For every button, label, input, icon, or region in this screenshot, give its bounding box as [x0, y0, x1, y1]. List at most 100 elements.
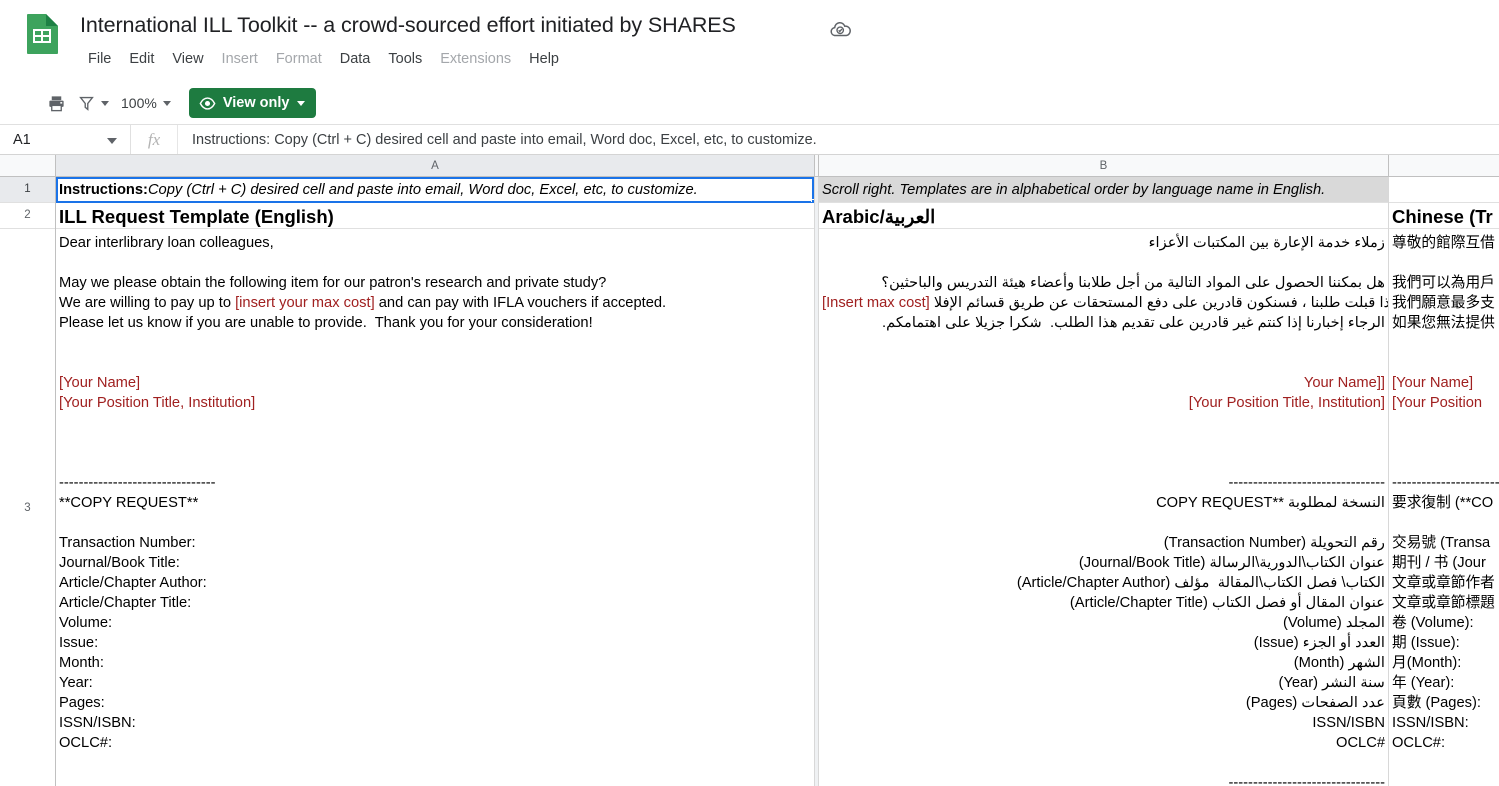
menu-extensions[interactable]: Extensions — [431, 47, 520, 71]
a3-divider-copy: -------------------------------- — [59, 475, 216, 491]
a3-copy-field: Volume: — [59, 615, 113, 631]
c3-copy-field: 月(Month): — [1392, 655, 1462, 671]
c3-sig-name: [Your Name] — [1392, 375, 1474, 391]
cell-a1-rest: Copy (Ctrl + C) desired cell and paste i… — [147, 181, 698, 198]
c3-copy-field: 期 (Issue): — [1392, 635, 1460, 651]
cell-b3[interactable]: زملاء خدمة الإعارة بين المكتبات الأعزاء … — [819, 229, 1388, 786]
column-header-b[interactable]: B — [819, 155, 1389, 176]
cell-c2-text: Chinese (Tr — [1392, 206, 1493, 227]
b3-greeting: زملاء خدمة الإعارة بين المكتبات الأعزاء — [1148, 235, 1385, 251]
cell-c2[interactable]: Chinese (Tr — [1389, 203, 1499, 229]
cell-b1[interactable]: Scroll right. Templates are in alphabeti… — [819, 177, 1388, 203]
c3-copy-field: 年 (Year): — [1392, 675, 1455, 691]
menu-help[interactable]: Help — [520, 47, 568, 71]
cell-a2[interactable]: ILL Request Template (English) — [56, 203, 814, 229]
c3-copy-field: 交易號 (Transa — [1392, 535, 1491, 551]
cell-a2-text: ILL Request Template (English) — [59, 206, 334, 227]
c3-para-line1: 我們可以為用戶 — [1392, 275, 1495, 291]
column-header-a[interactable]: A — [56, 155, 815, 176]
a3-line2-pre: We are willing to pay up to — [59, 295, 236, 311]
spreadsheet-grid: A B 1 2 3 Instructions: Copy (Ctrl + C) … — [0, 155, 1499, 786]
a3-greeting: Dear interlibrary loan colleagues, — [59, 235, 274, 251]
c3-copy-field: OCLC#: — [1392, 735, 1446, 751]
cell-a1[interactable]: Instructions: Copy (Ctrl + C) desired ce… — [56, 177, 814, 203]
a3-line2-placeholder: [insert your max cost] — [235, 295, 375, 311]
filter-button[interactable] — [71, 88, 109, 118]
b3-sig-title: [Your Position Title, Institution] — [1188, 395, 1385, 411]
b3-divider-loan: -------------------------------- — [1228, 775, 1385, 786]
zoom-value[interactable]: 100% — [109, 93, 163, 113]
printer-icon[interactable] — [41, 88, 71, 118]
cloud-saved-icon[interactable] — [828, 17, 852, 41]
cell-a3[interactable]: Dear interlibrary loan colleagues, May w… — [56, 229, 814, 786]
a3-copy-field: Pages: — [59, 695, 105, 711]
cell-c3[interactable]: 尊敬的館際互借 我們可以為用戶 我們願意最多支 如果您無法提供 [Your Na… — [1389, 229, 1499, 786]
menu-bar: File Edit View Insert Format Data Tools … — [80, 47, 736, 71]
b3-copy-field: رقم التحويلة (Transaction Number) — [1163, 535, 1385, 551]
b3-para-line1: هل بمكننا الحصول على المواد التالية من أ… — [881, 275, 1385, 291]
a3-copy-field: Year: — [59, 675, 93, 691]
menu-format[interactable]: Format — [267, 47, 331, 71]
menu-view[interactable]: View — [163, 47, 212, 71]
menu-data[interactable]: Data — [331, 47, 380, 71]
b3-line2-rest: إذا قبلت طلبنا ، فسنكون قادرين على دفع ا… — [929, 295, 1388, 311]
toolbar: 100% View only — [0, 82, 1499, 124]
view-only-caret-icon[interactable] — [297, 100, 306, 106]
b3-divider-copy: -------------------------------- — [1228, 475, 1385, 491]
name-box-value: A1 — [13, 131, 31, 148]
b3-copy-field: عدد الصفحات (Pages) — [1245, 695, 1385, 711]
select-all-corner[interactable] — [0, 155, 56, 176]
a3-copy-field: ISSN/ISBN: — [59, 715, 136, 731]
formula-bar: A1 fx Instructions: Copy (Ctrl + C) desi… — [0, 124, 1499, 155]
menu-tools[interactable]: Tools — [379, 47, 431, 71]
eye-icon — [199, 96, 216, 110]
filter-funnel-icon[interactable] — [71, 88, 101, 118]
b3-copy-field: عنوان الكتاب\الدورية\الرسالة (Journal/Bo… — [1078, 555, 1385, 571]
row-headers: 1 2 3 — [0, 177, 56, 786]
b3-line2-placeholder: [Insert max cost] — [822, 295, 930, 311]
name-box-caret-icon[interactable] — [107, 138, 117, 144]
a3-line2-post: and can pay with IFLA vouchers if accept… — [374, 295, 667, 311]
b3-copy-field: ISSN/ISBN — [1312, 715, 1385, 731]
c3-copy-field: 頁數 (Pages): — [1392, 695, 1481, 711]
google-sheets-logo[interactable] — [22, 14, 62, 54]
cell-b2[interactable]: Arabic/العربية — [819, 203, 1388, 229]
c3-copy-field: ISSN/ISBN: — [1392, 715, 1469, 731]
view-only-label: View only — [222, 95, 290, 111]
c3-copy-field: 期刊 / 书 (Jour — [1392, 555, 1486, 571]
a3-copy-field: OCLC#: — [59, 735, 113, 751]
c3-copy-field: 文章或章節標題 — [1392, 595, 1495, 611]
menu-edit[interactable]: Edit — [120, 47, 163, 71]
zoom-control[interactable]: 100% — [109, 93, 171, 113]
column-headers: A B — [0, 155, 1499, 177]
b3-copy-field: المجلد (Volume) — [1283, 615, 1385, 631]
view-only-button[interactable]: View only — [188, 88, 317, 118]
name-box[interactable]: A1 — [0, 125, 131, 154]
cell-c1[interactable] — [1389, 177, 1499, 203]
a3-copy-field: Transaction Number: — [59, 535, 196, 551]
zoom-dropdown-caret-icon[interactable] — [162, 100, 171, 106]
b3-para-line2: [Insert max cost] إذا قبلت طلبنا ، فسنكو… — [822, 293, 1388, 313]
formula-input[interactable]: Instructions: Copy (Ctrl + C) desired ce… — [178, 125, 1499, 154]
b3-copy-field: OCLC# — [1336, 735, 1385, 751]
filter-dropdown-caret-icon[interactable] — [101, 100, 109, 106]
column-b: Scroll right. Templates are in alphabeti… — [819, 177, 1389, 786]
document-title[interactable]: International ILL Toolkit -- a crowd-sou… — [80, 10, 736, 40]
column-header-c[interactable] — [1389, 155, 1499, 176]
menu-file[interactable]: File — [79, 47, 120, 71]
b3-copy-field: عنوان المقال أو فصل الكتاب (Article/Chap… — [1069, 595, 1385, 611]
menu-insert[interactable]: Insert — [213, 47, 267, 71]
column-a: Instructions: Copy (Ctrl + C) desired ce… — [56, 177, 815, 786]
row-header-3[interactable]: 3 — [0, 229, 55, 786]
title-bar: International ILL Toolkit -- a crowd-sou… — [0, 0, 1499, 82]
row-header-2[interactable]: 2 — [0, 203, 55, 229]
b3-para-line3: الرجاء إخبارنا إذا كنتم غير قادرين على ت… — [882, 315, 1385, 331]
b3-copy-field: العدد أو الجزء (Issue) — [1253, 635, 1385, 651]
c3-copy-heading: 要求復制 (**CO — [1392, 495, 1494, 511]
selection-fill-handle[interactable] — [811, 199, 814, 202]
b3-copy-heading: النسخة لمطلوبة **COPY REQUEST — [1156, 495, 1385, 511]
row-header-1[interactable]: 1 — [0, 177, 55, 203]
a3-copy-field: Month: — [59, 655, 104, 671]
c3-para-line3: 如果您無法提供 — [1392, 315, 1495, 331]
a3-para-line1: May we please obtain the following item … — [59, 275, 607, 291]
